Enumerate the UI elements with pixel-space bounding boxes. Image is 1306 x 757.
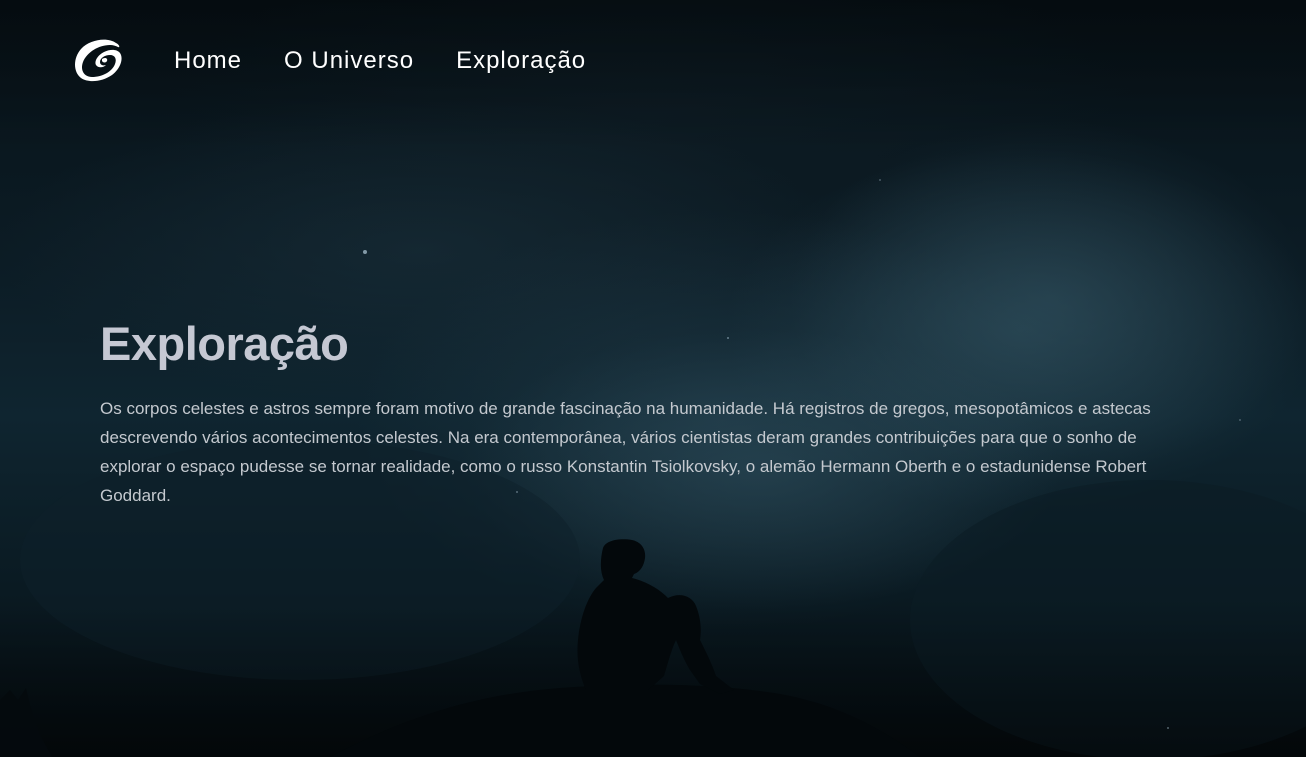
swirl-galaxy-logo-icon[interactable] xyxy=(72,37,124,85)
hero-section: Exploração Os corpos celestes e astros s… xyxy=(100,316,1200,510)
nav-link-o-universo[interactable]: O Universo xyxy=(284,36,414,86)
page: Home O Universo Exploração Exploração Os… xyxy=(0,0,1306,757)
hero-description: Os corpos celestes e astros sempre foram… xyxy=(100,399,1151,505)
top-navigation: Home O Universo Exploração xyxy=(72,36,628,86)
page-title: Exploração xyxy=(100,317,349,370)
nav-link-exploracao[interactable]: Exploração xyxy=(456,36,586,86)
nav-link-home[interactable]: Home xyxy=(174,36,242,86)
nav-links: Home O Universo Exploração xyxy=(174,36,628,86)
